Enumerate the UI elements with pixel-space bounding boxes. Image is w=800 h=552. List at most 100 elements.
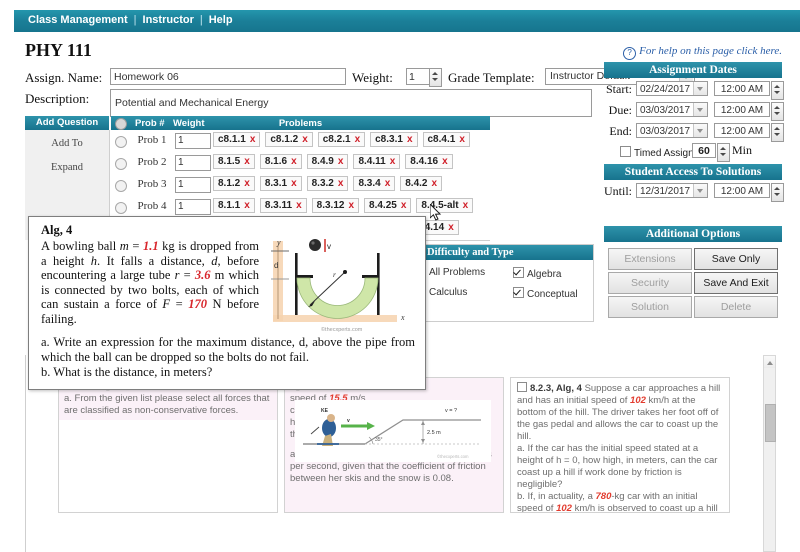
problem-chip[interactable]: c8.4.1 x [422,132,470,147]
vertical-scrollbar[interactable] [763,355,776,552]
remove-chip-icon[interactable]: x [348,200,354,211]
problem-chip[interactable]: 8.1.2 x [213,176,255,191]
table-row[interactable]: Prob 3 1 8.1.2 x 8.3.1 x 8.3.2 x 8.3.4 x 8.4.2 x [111,174,490,197]
problem-chip[interactable]: 8.3.4 x [353,176,396,191]
due-time-input[interactable]: 12:00 AM [714,102,770,117]
extensions-button[interactable]: Extensions [608,248,692,270]
select-all-radio[interactable] [115,118,127,130]
end-date-dropdown-icon[interactable] [693,124,707,137]
stepper-up-icon[interactable] [774,187,780,190]
difficulty-calculus-label[interactable]: Calculus [429,287,467,298]
problem-select-radio[interactable] [115,202,127,214]
algebra-checkbox[interactable] [513,267,524,278]
remove-chip-icon[interactable]: x [244,156,250,167]
stepper-down-icon[interactable] [774,193,780,196]
start-time-stepper[interactable] [771,81,784,100]
problem-chip[interactable]: 8.4.9 x [306,154,349,169]
difficulty-algebra-option[interactable]: Algebra [513,267,561,280]
problem-chip[interactable]: 8.4.25 x [364,198,412,213]
remove-chip-icon[interactable]: x [432,178,438,189]
until-time-stepper[interactable] [771,183,784,202]
solution-button[interactable]: Solution [608,296,692,318]
due-date-dropdown-icon[interactable] [693,103,707,116]
conceptual-checkbox[interactable] [513,287,524,298]
problem-chip[interactable]: 8.4.11 x [353,154,401,169]
problem-checkbox[interactable] [517,382,527,392]
remove-chip-icon[interactable]: x [390,156,396,167]
preview-card-car-hill[interactable]: 8.2.3, Alg, 4 Suppose a car approaches a… [510,377,730,513]
problem-chip[interactable]: 8.1.1 x [213,198,255,213]
problem-chip[interactable]: 8.1.6 x [259,154,302,169]
problem-weight-input[interactable]: 1 [175,133,211,149]
help-link[interactable]: ? For help on this page click here. [623,45,782,60]
preview-card-nonconservative[interactable]: concerning non-conservative forces. a. F… [58,377,278,513]
stepper-down-icon[interactable] [774,112,780,115]
preview-card-skier[interactable]: ng skier with an initial speed of 15.5 m… [284,377,504,513]
remove-chip-icon[interactable]: x [442,156,448,167]
delete-button[interactable]: Delete [694,296,778,318]
problem-select-radio[interactable] [115,158,127,170]
remove-chip-icon[interactable]: x [244,178,250,189]
save-and-exit-button[interactable]: Save And Exit [694,272,778,294]
table-row[interactable]: Prob 2 1 8.1.5 x 8.1.6 x 8.4.9 x 8.4.11 x 8.4.16 x [111,152,490,175]
remove-chip-icon[interactable]: x [291,156,297,167]
stepper-up-icon[interactable] [432,72,438,75]
stepper-up-icon[interactable] [720,147,726,150]
problem-select-radio[interactable] [115,180,127,192]
due-time-stepper[interactable] [771,102,784,121]
stepper-down-icon[interactable] [432,78,438,81]
scrollbar-thumb[interactable] [765,404,776,442]
remove-chip-icon[interactable]: x [338,156,344,167]
problem-chip[interactable]: 8.4.16 x [405,154,453,169]
due-date-input[interactable]: 03/03/2017 [636,102,708,117]
remove-chip-icon[interactable]: x [291,178,297,189]
description-input[interactable] [110,89,592,117]
remove-chip-icon[interactable]: x [407,134,413,145]
end-time-input[interactable]: 12:00 AM [714,123,770,138]
problem-chip[interactable]: 8.4.2 x [400,176,443,191]
security-button[interactable]: Security [608,272,692,294]
remove-chip-icon[interactable]: x [244,200,250,211]
stepper-down-icon[interactable] [720,153,726,156]
until-date-dropdown-icon[interactable] [693,184,707,197]
weight-stepper[interactable] [429,68,442,87]
expand-button[interactable]: Expand [25,162,109,173]
start-date-input[interactable]: 02/24/2017 [636,81,708,96]
problem-weight-input[interactable]: 1 [175,177,211,193]
until-time-input[interactable]: 12:00 AM [714,183,770,198]
problem-select-radio[interactable] [115,136,127,148]
remove-chip-icon[interactable]: x [401,200,407,211]
menu-item-class-management[interactable]: Class Management [28,14,128,26]
difficulty-all-problems-label[interactable]: All Problems [429,267,485,278]
assign-name-input[interactable] [110,68,346,85]
stepper-down-icon[interactable] [774,91,780,94]
remove-chip-icon[interactable]: x [459,134,465,145]
timed-minutes-stepper[interactable] [717,143,730,162]
problem-chip[interactable]: c8.1.2 x [265,132,313,147]
problem-chip[interactable]: 8.3.2 x [306,176,349,191]
problem-weight-input[interactable]: 1 [175,155,211,171]
problem-chip[interactable]: 8.3.1 x [259,176,302,191]
menu-item-instructor[interactable]: Instructor [143,14,194,26]
problem-weight-input[interactable]: 1 [175,199,211,215]
start-time-input[interactable]: 12:00 AM [714,81,770,96]
add-to-button[interactable]: Add To [25,138,109,149]
add-question-pool-button[interactable]: Add Question Pool [25,116,109,142]
difficulty-conceptual-option[interactable]: Conceptual [513,287,578,300]
problem-chip[interactable]: 8.4.5-alt x [416,198,474,213]
end-date-input[interactable]: 03/03/2017 [636,123,708,138]
problem-chip[interactable]: 8.3.12 x [311,198,360,213]
problem-chip[interactable]: 8.1.5 x [213,154,255,169]
stepper-up-icon[interactable] [774,106,780,109]
timed-minutes-input[interactable]: 60 [692,143,716,158]
remove-chip-icon[interactable]: x [448,222,454,233]
table-row[interactable]: Prob 1 1 c8.1.1 x c8.1.2 x c8.2.1 x c8.3.1 x c8.4.… [111,130,490,153]
until-date-input[interactable]: 12/31/2017 [636,183,708,198]
stepper-up-icon[interactable] [774,127,780,130]
timed-assignment-checkbox[interactable] [620,146,631,157]
save-only-button[interactable]: Save Only [694,248,778,270]
problem-chip[interactable]: c8.2.1 x [317,132,366,147]
scroll-up-icon[interactable] [764,356,775,368]
start-date-dropdown-icon[interactable] [693,82,707,95]
remove-chip-icon[interactable]: x [385,178,391,189]
